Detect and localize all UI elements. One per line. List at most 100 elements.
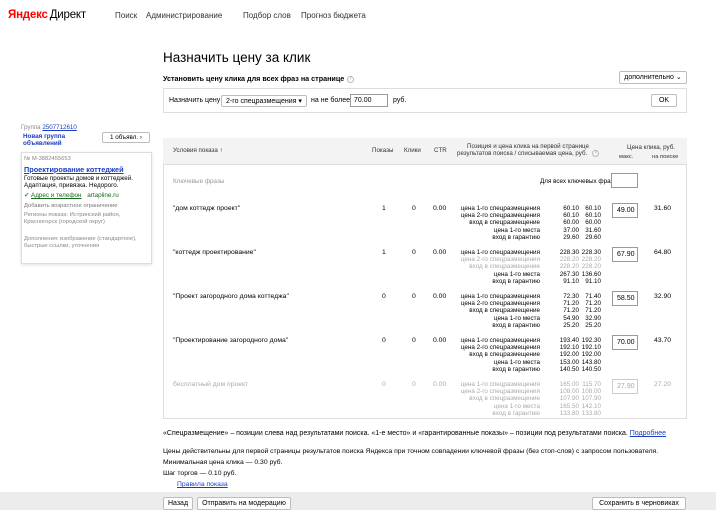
- keyword-phrase[interactable]: бесплатный дом проект: [173, 381, 248, 388]
- position-label: вход в гарантию: [492, 365, 540, 373]
- nav-wordstat[interactable]: Подбор слов: [243, 11, 291, 20]
- charged-price: 136.60: [581, 270, 601, 278]
- max-bid-input[interactable]: 58.50: [612, 291, 638, 306]
- position-label: цена 2-го спецразмещения: [460, 300, 540, 308]
- back-button[interactable]: Назад: [163, 497, 193, 510]
- shows-value: 0: [382, 293, 386, 300]
- logo-brand: Яндекс: [8, 9, 48, 21]
- nav-search[interactable]: Поиск: [115, 11, 137, 20]
- save-draft-button[interactable]: Сохранить в черновиках: [592, 497, 686, 510]
- position-price: 91.10: [563, 277, 579, 285]
- position-price: 228.30: [559, 249, 579, 256]
- nav-forecast[interactable]: Прогноз бюджета: [301, 11, 366, 20]
- charged-price: 228.20: [581, 256, 601, 264]
- age-restriction-link[interactable]: Добавить возрастное ограничение: [24, 203, 117, 209]
- position-price: 228.20: [559, 256, 579, 264]
- position-price: 192.00: [559, 351, 579, 359]
- search-price-value: 64.80: [654, 249, 672, 256]
- position-label: цена 1-го спецразмещения: [460, 249, 540, 256]
- help-icon[interactable]: ?: [347, 75, 355, 83]
- check-icon: ✔: [24, 192, 30, 199]
- position-label: цена 1-го спецразмещения: [460, 381, 540, 388]
- send-moderation-button[interactable]: Отправить на модерацию: [197, 497, 291, 510]
- charged-price: 71.40: [585, 293, 601, 300]
- position-label: цена 1-го спецразмещения: [460, 337, 540, 344]
- charged-price: 25.20: [585, 321, 601, 329]
- ctr-value: 0.00: [433, 337, 447, 344]
- group-info: Группа 2507712610: [21, 124, 151, 131]
- max-bid-input[interactable]: 70.00: [612, 335, 638, 350]
- ctr-value: 0.00: [433, 381, 447, 388]
- keyword-phrase[interactable]: "Проектирование загородного дома": [173, 337, 288, 344]
- ok-button[interactable]: OK: [651, 94, 677, 107]
- rules-link[interactable]: Правила показа: [177, 481, 228, 488]
- shows-value: 0: [382, 381, 386, 388]
- max-bid-input[interactable]: 49.00: [612, 203, 638, 218]
- all-keywords-bid-input[interactable]: [611, 173, 638, 188]
- charged-price: 32.90: [585, 314, 601, 322]
- charged-price: 31.60: [585, 226, 601, 234]
- ctr-value: 0.00: [433, 293, 447, 300]
- ad-text: Готовые проекты домов и коттеджей. Адапт…: [24, 175, 133, 190]
- position-label: цена 1-го места: [493, 270, 540, 278]
- search-price-value: 31.60: [654, 205, 672, 212]
- strategy-value: 2-го спецразмещения: [226, 98, 297, 105]
- ads-count-label: 1 объявл.: [110, 134, 139, 141]
- search-price-value: 32.90: [654, 293, 672, 300]
- footer-line3: Шаг торгов — 0.10 руб.: [163, 470, 237, 477]
- logo[interactable]: Яндекс Директ: [8, 9, 86, 21]
- charged-price: 29.60: [585, 233, 601, 241]
- charged-price: 91.10: [585, 277, 601, 285]
- charged-price: 228.30: [581, 249, 601, 256]
- position-price: 108.00: [559, 388, 579, 396]
- keyword-phrase[interactable]: "дом коттедж проект": [173, 205, 240, 212]
- ads-count-button[interactable]: 1 объявл. ›: [102, 132, 150, 143]
- more-options-button[interactable]: дополнительно ⌄: [619, 71, 687, 84]
- th-conditions-label: Условия показа: [173, 147, 218, 154]
- chevron-down-icon: ▾: [298, 98, 302, 105]
- help-icon[interactable]: ?: [591, 150, 599, 158]
- ctr-value: 0.00: [433, 205, 447, 212]
- extras: Дополнения: изображение (стандартное), б…: [24, 236, 137, 250]
- sort-icon: ↑: [219, 147, 223, 154]
- address-link[interactable]: Адрес и телефон: [31, 192, 82, 199]
- max-bid-input[interactable]: 67.90: [612, 247, 638, 262]
- group-id-link[interactable]: 2507712610: [42, 124, 76, 131]
- more-info-link[interactable]: Подробнее: [630, 430, 666, 437]
- footer-note: «Спецразмещение» – позиции слева над рез…: [163, 430, 666, 437]
- position-label: цена 2-го спецразмещения: [460, 344, 540, 352]
- position-price: 228.20: [559, 263, 579, 271]
- th-position-label: Позиция и цена клика на первой странице …: [457, 143, 589, 158]
- chevron-down-icon: ⌄: [675, 74, 682, 81]
- th-conditions[interactable]: Условия показа ↑: [173, 147, 223, 154]
- th-clicks: Клики: [404, 147, 421, 154]
- position-label: цена 1-го спецразмещения: [460, 205, 540, 212]
- price-input[interactable]: 70.00: [350, 94, 388, 107]
- position-label: вход в гарантию: [492, 321, 540, 329]
- charged-price: 143.80: [581, 358, 601, 366]
- shows-value: 0: [382, 337, 386, 344]
- position-price: 60.10: [563, 205, 579, 212]
- regions: Регионы показа: Истринский район, Красно…: [24, 212, 121, 226]
- ad-title[interactable]: Проектирование коттеджей: [24, 165, 124, 174]
- position-price: 165.00: [559, 381, 579, 388]
- position-price: 192.10: [559, 344, 579, 352]
- keyword-phrase[interactable]: "коттедж проектирование": [173, 249, 256, 256]
- position-price: 140.50: [559, 365, 579, 373]
- charged-price: 60.10: [585, 212, 601, 220]
- position-label: цена 1-го спецразмещения: [460, 293, 540, 300]
- th-price: Цена клика, руб.: [627, 144, 675, 151]
- subheading: Установить цену клика для всех фраз на с…: [163, 74, 355, 83]
- position-label: вход в спецразмещение: [469, 351, 540, 359]
- keyword-phrase[interactable]: "Проект загородного дома коттеджа": [173, 293, 289, 300]
- table-header: [163, 138, 687, 165]
- nav-admin[interactable]: Администрирование: [146, 11, 222, 20]
- clicks-value: 0: [412, 249, 416, 256]
- clicks-value: 0: [412, 293, 416, 300]
- position-price: 193.40: [559, 337, 579, 344]
- position-price: 60.00: [563, 219, 579, 227]
- max-bid-input[interactable]: 27.90: [612, 379, 638, 394]
- group-name[interactable]: Новая группа объявлений: [23, 133, 85, 147]
- charged-price: 115.70: [582, 381, 601, 388]
- strategy-select[interactable]: 2-го спецразмещения ▾: [221, 95, 307, 107]
